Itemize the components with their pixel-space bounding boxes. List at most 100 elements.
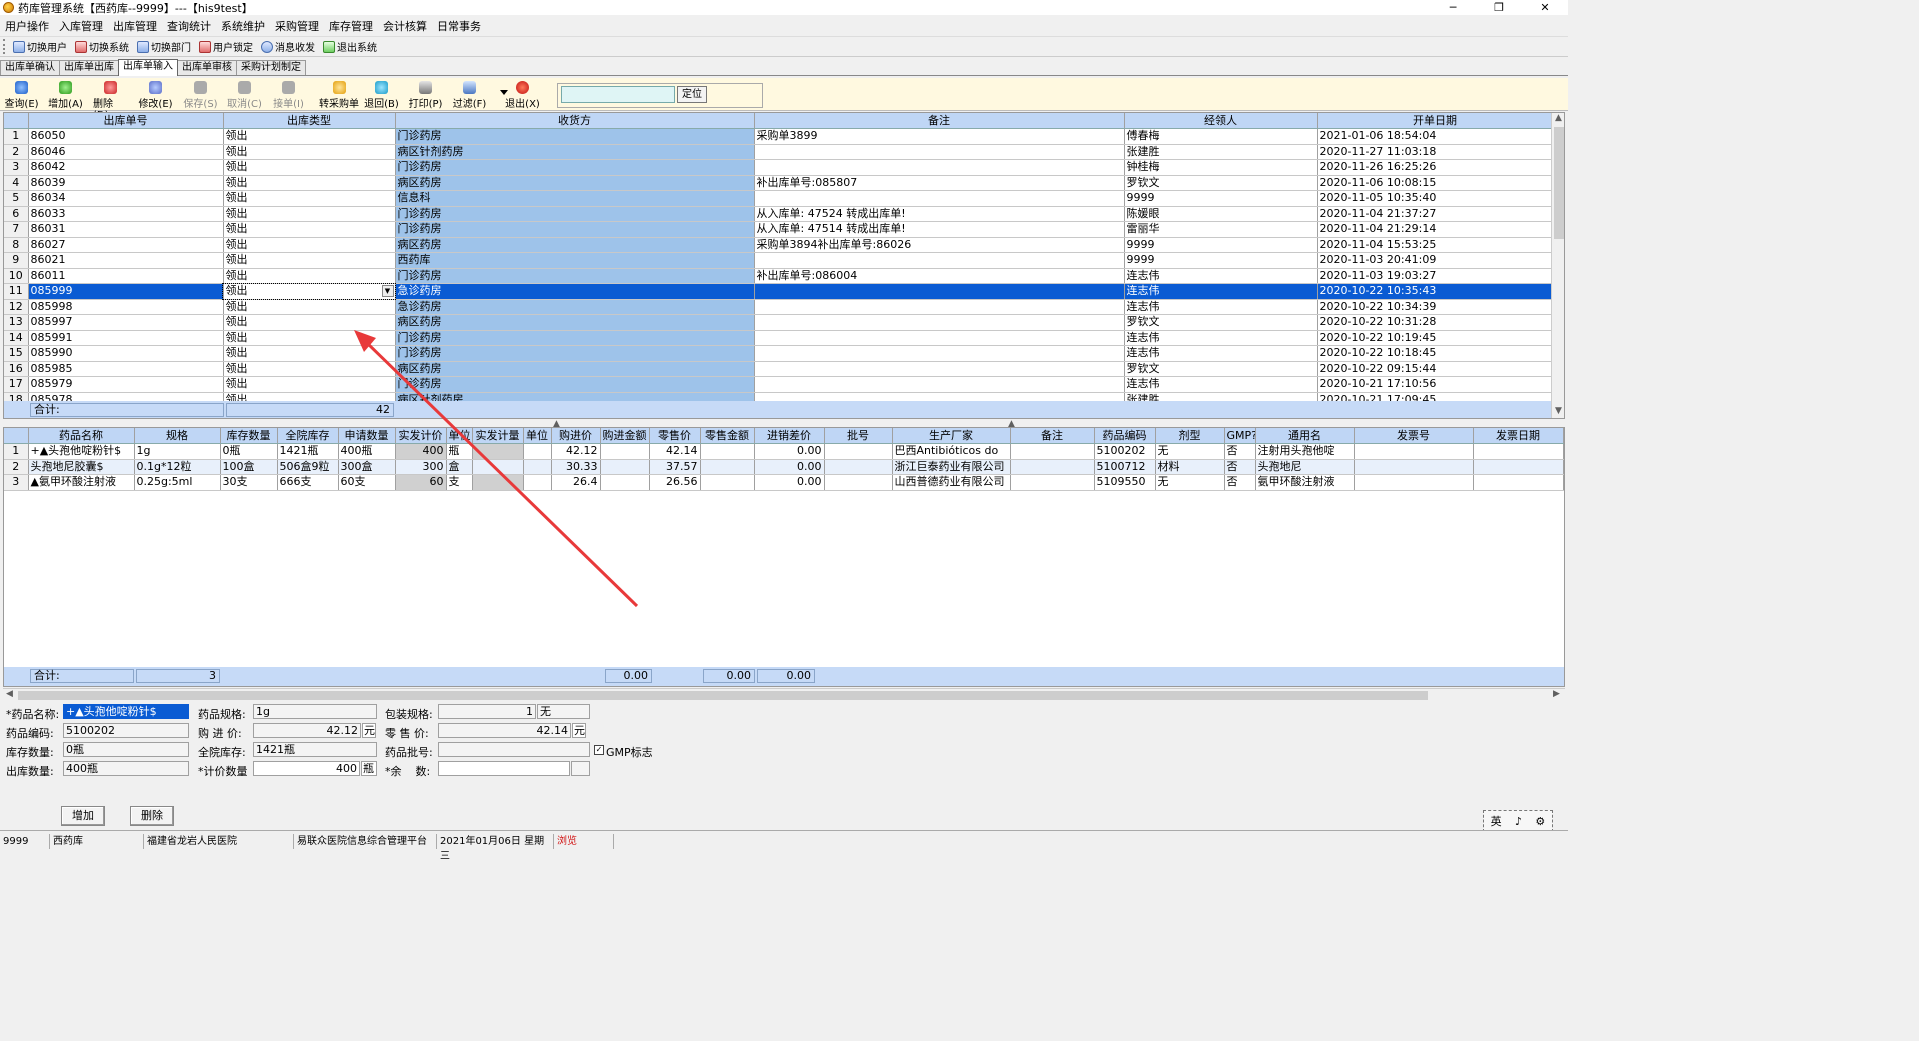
cell-handler[interactable]: 罗钦文 [1124, 175, 1318, 191]
cell-handler[interactable]: 连志伟 [1124, 299, 1318, 315]
cell-remark[interactable]: 采购单3894补出库单号:86026 [754, 237, 1125, 253]
order-row[interactable]: 1 86050 领出 门诊药房 采购单3899 傅春梅 2021-01-06 18:54:0… [4, 128, 1554, 145]
detail-cell-8[interactable] [523, 474, 552, 491]
cell-receiver[interactable]: 病区针剂药房 [395, 144, 755, 160]
cell-out-type[interactable]: 领出 [223, 206, 396, 222]
ime-moon-icon[interactable]: ♪ [1515, 815, 1522, 828]
menu-maintenance[interactable]: 系统维护 [216, 18, 270, 34]
detail-cell-0[interactable]: ▲氨甲环酸注射液 [28, 474, 135, 491]
cell-date[interactable]: 2020-10-21 17:10:56 [1317, 376, 1554, 393]
detail-col-7[interactable]: 实发计量 [472, 428, 524, 444]
order-row[interactable]: 2 86046 领出 病区针剂药房 张建胜 2020-11-27 11:03:18 [4, 144, 1554, 160]
order-row[interactable]: 8 86027 领出 病区药房 采购单3894补出库单号:86026 9999 2020-1… [4, 237, 1554, 253]
order-row[interactable]: 4 86039 领出 病区药房 补出库单号:085807 罗钦文 2020-11-06 10… [4, 175, 1554, 191]
detail-cell-7[interactable] [472, 443, 524, 460]
cell-order-no[interactable]: 085985 [28, 361, 224, 377]
print-button[interactable]: 打印(P) [408, 78, 443, 110]
detail-cell-18[interactable]: 材料 [1155, 459, 1225, 475]
cell-handler[interactable]: 连志伟 [1124, 345, 1318, 362]
detail-cell-5[interactable]: 400 [395, 443, 447, 460]
detail-cell-17[interactable]: 5100712 [1094, 459, 1156, 475]
detail-cell-8[interactable] [523, 459, 552, 475]
cell-order-no[interactable]: 86021 [28, 252, 224, 269]
delete-detail-button[interactable]: 删除 [130, 806, 174, 826]
detail-cell-21[interactable] [1354, 474, 1474, 491]
detail-col-19[interactable]: GMP? [1224, 428, 1256, 444]
detail-cell-7[interactable] [472, 474, 524, 491]
detail-cell-21[interactable] [1354, 443, 1474, 460]
detail-col-9[interactable]: 购进价 [551, 428, 601, 444]
order-row[interactable]: 14 085991 领出 门诊药房 连志伟 2020-10-22 10:19:45 [4, 330, 1554, 346]
col-receiver[interactable]: 收货方 [395, 113, 755, 129]
detail-cell-17[interactable]: 5100202 [1094, 443, 1156, 460]
cell-receiver[interactable]: 急诊药房 [395, 299, 755, 315]
detail-cell-2[interactable]: 30支 [220, 474, 278, 491]
cell-date[interactable]: 2020-11-06 10:08:15 [1317, 175, 1554, 191]
cell-handler[interactable]: 连志伟 [1124, 283, 1318, 300]
order-row[interactable]: 10 86011 领出 门诊药房 补出库单号:086004 连志伟 2020-11-03 1… [4, 268, 1554, 284]
pack-unit-field[interactable]: 无 [537, 704, 590, 719]
cell-remark[interactable] [754, 330, 1125, 346]
menu-user[interactable]: 用户操作 [0, 18, 54, 34]
cell-remark[interactable] [754, 144, 1125, 160]
detail-cell-14[interactable] [824, 443, 893, 460]
cell-out-type[interactable]: 领出 [223, 237, 396, 253]
ime-language[interactable]: 英 [1491, 813, 1502, 829]
row-number[interactable]: 4 [4, 175, 29, 191]
cell-out-type[interactable]: 领出 [223, 330, 396, 346]
cell-receiver[interactable]: 病区药房 [395, 175, 755, 191]
row-number[interactable]: 3 [4, 159, 29, 176]
pack-spec-field[interactable]: 1 [438, 704, 536, 719]
col-out-type[interactable]: 出库类型 [223, 113, 396, 129]
row-number[interactable]: 6 [4, 206, 29, 222]
row-number[interactable]: 17 [4, 376, 29, 393]
col-date[interactable]: 开单日期 [1317, 113, 1554, 129]
out-type-dropdown-icon[interactable]: ▼ [381, 285, 394, 297]
detail-cell-15[interactable]: 山西普德药业有限公司 [892, 474, 1011, 491]
detail-cell-12[interactable] [700, 474, 755, 491]
detail-cell-19[interactable]: 否 [1224, 443, 1256, 460]
detail-cell-6[interactable]: 盒 [446, 459, 473, 475]
order-row[interactable]: 11 085999 领出 ▼ 急诊药房 连志伟 2020-10-22 10:35:43 [4, 282, 1554, 300]
cell-order-no[interactable]: 86027 [28, 237, 224, 253]
cell-out-type[interactable]: 领出 [223, 268, 396, 284]
detail-cell-3[interactable]: 1421瓶 [277, 443, 339, 460]
detail-cell-20[interactable]: 氨甲环酸注射液 [1255, 474, 1355, 491]
detail-cell-5[interactable]: 60 [395, 474, 447, 491]
order-row[interactable]: 17 085979 领出 门诊药房 连志伟 2020-10-21 17:10:56 [4, 376, 1554, 393]
detail-cell-1[interactable]: 0.1g*12粒 [134, 459, 221, 475]
detail-cell-6[interactable]: 瓶 [446, 443, 473, 460]
cell-remark[interactable] [754, 299, 1125, 315]
menu-outbound[interactable]: 出库管理 [108, 18, 162, 34]
cell-receiver[interactable]: 病区药房 [395, 314, 755, 331]
detail-cell-16[interactable] [1010, 459, 1095, 475]
cell-receiver[interactable]: 急诊药房 [395, 283, 755, 300]
tab-outbound-input[interactable]: 出库单输入 [118, 59, 178, 76]
cell-order-no[interactable]: 085997 [28, 314, 224, 331]
cell-handler[interactable]: 钟桂梅 [1124, 159, 1318, 176]
exit-button[interactable]: 退出(X) [505, 78, 540, 110]
detail-col-10[interactable]: 购进金额 [600, 428, 650, 444]
detail-cell-9[interactable]: 30.33 [551, 459, 601, 475]
cell-order-no[interactable]: 86031 [28, 221, 224, 238]
detail-cell-15[interactable]: 巴西Antibióticos do [892, 443, 1011, 460]
detail-col-13[interactable]: 进销差价 [754, 428, 825, 444]
cell-date[interactable]: 2020-11-04 21:37:27 [1317, 206, 1554, 222]
cell-date[interactable]: 2020-11-26 16:25:26 [1317, 159, 1554, 176]
detail-col-1[interactable]: 规格 [134, 428, 221, 444]
close-button[interactable]: ✕ [1522, 0, 1568, 15]
cell-date[interactable]: 2020-11-03 19:03:27 [1317, 268, 1554, 284]
cell-order-no[interactable]: 86046 [28, 144, 224, 160]
toolbar-grip[interactable] [3, 39, 6, 54]
order-row[interactable]: 5 86034 领出 信息科 9999 2020-11-05 10:35:40 [4, 190, 1554, 207]
modify-button[interactable]: 修改(E) [138, 78, 173, 110]
detail-col-15[interactable]: 生产厂家 [892, 428, 1011, 444]
cell-date[interactable]: 2020-11-04 21:29:14 [1317, 221, 1554, 238]
row-number[interactable]: 16 [4, 361, 29, 377]
detail-cell-13[interactable]: 0.00 [754, 459, 825, 475]
cell-handler[interactable]: 雷丽华 [1124, 221, 1318, 238]
switch-system-button[interactable]: 切换系统 [71, 39, 133, 54]
switch-department-button[interactable]: 切换部门 [133, 39, 195, 54]
buy-price-field[interactable]: 42.12 [253, 723, 361, 738]
row-number[interactable]: 1 [4, 128, 29, 145]
